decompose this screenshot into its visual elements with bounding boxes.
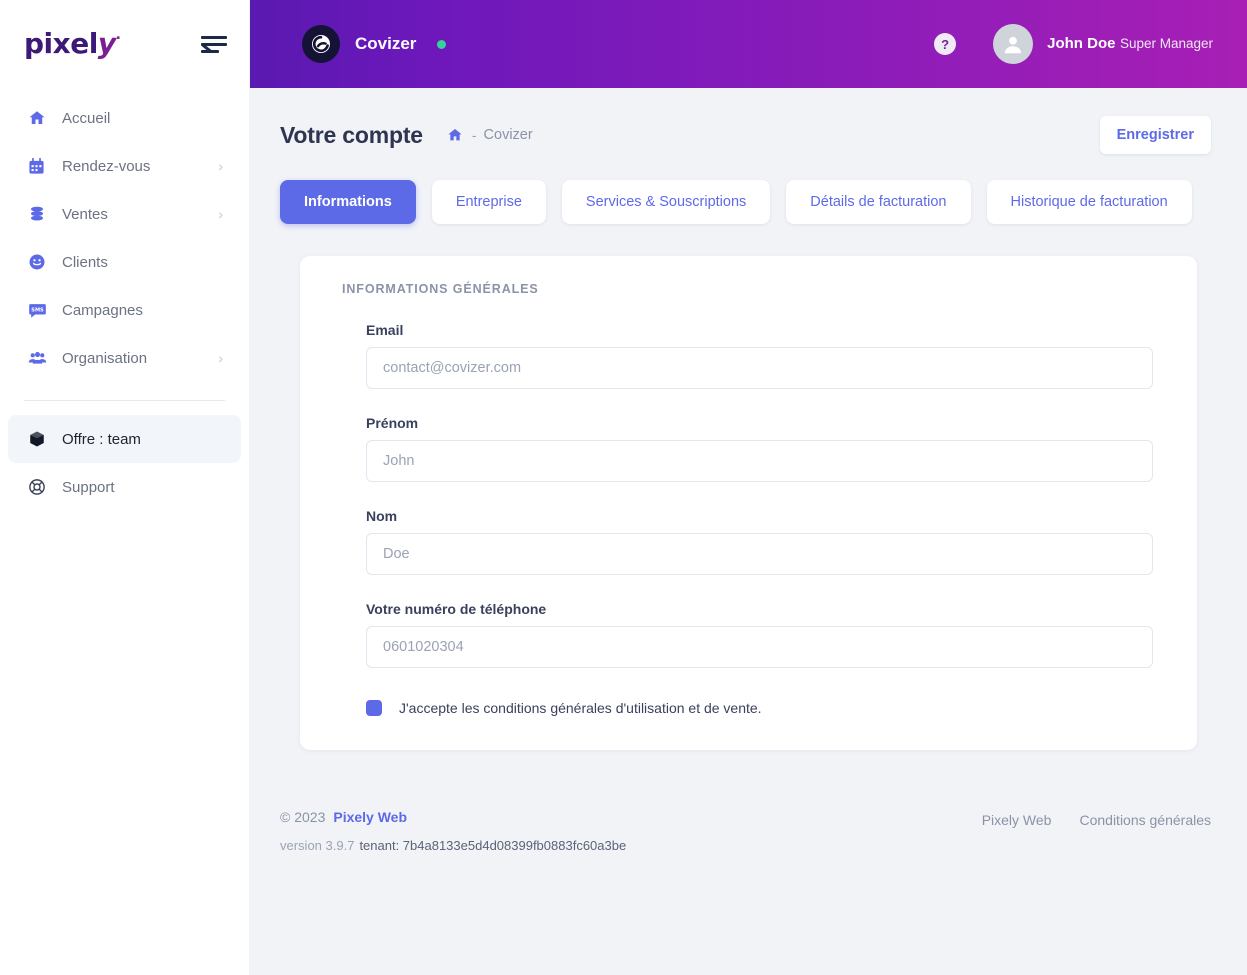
field-telephone: Votre numéro de téléphone bbox=[366, 601, 1153, 668]
home-icon-breadcrumb[interactable] bbox=[447, 127, 463, 143]
smiley-icon bbox=[28, 253, 54, 271]
label-telephone: Votre numéro de téléphone bbox=[366, 601, 547, 617]
sidebar-label-clients: Clients bbox=[62, 253, 108, 271]
terms-checkbox[interactable] bbox=[366, 700, 382, 716]
sidebar-nav: Accueil Rendez-vous › Ventes › Clients S… bbox=[0, 88, 249, 511]
terms-row: J'accepte les conditions générales d'uti… bbox=[366, 700, 1153, 716]
burger-line-1 bbox=[201, 36, 227, 39]
sidebar-header: pixely· bbox=[0, 0, 249, 88]
app-root: pixely· Accueil Rendez-vous › Ventes › C… bbox=[0, 0, 1247, 975]
sidebar-label-organisation: Organisation bbox=[62, 349, 148, 367]
save-button[interactable]: Enregistrer bbox=[1099, 116, 1211, 154]
field-prenom: Prénom bbox=[366, 415, 1153, 482]
user-role: Super Manager bbox=[1119, 35, 1213, 51]
main-area: Covizer ? John Doe Super Manager Votre c… bbox=[250, 0, 1247, 975]
label-prenom: Prénom bbox=[366, 415, 419, 431]
footer-meta-line: version 3.9.7 tenant: 7b4a8133e5d4d08399f… bbox=[280, 839, 626, 852]
svg-text:SMS: SMS bbox=[31, 307, 44, 313]
pixely-logo[interactable]: pixely· bbox=[24, 27, 121, 60]
user-menu[interactable]: John Doe Super Manager bbox=[993, 24, 1213, 64]
label-email: Email bbox=[366, 322, 404, 338]
sidebar-label-offre: Offre : team bbox=[62, 430, 141, 448]
breadcrumb: - Covizer bbox=[447, 127, 533, 143]
tenant-brand[interactable]: Covizer bbox=[302, 25, 447, 63]
footer-link-pixely-web[interactable]: Pixely Web bbox=[982, 812, 1052, 828]
home-icon bbox=[28, 109, 54, 127]
footer-version: version 3.9.7 bbox=[280, 838, 355, 853]
logo-text-main: pixel bbox=[24, 27, 98, 60]
logo-text: pixely· bbox=[24, 27, 121, 60]
label-nom: Nom bbox=[366, 508, 398, 524]
sidebar-label-campagnes: Campagnes bbox=[62, 301, 143, 319]
sidebar-item-rendez-vous[interactable]: Rendez-vous › bbox=[8, 142, 241, 190]
footer-link-conditions[interactable]: Conditions générales bbox=[1079, 812, 1211, 828]
page-title: Votre compte bbox=[280, 121, 423, 148]
tab-informations[interactable]: Informations bbox=[280, 180, 416, 224]
topbar: Covizer ? John Doe Super Manager bbox=[250, 0, 1247, 88]
sidebar-label-ventes: Ventes bbox=[62, 205, 108, 223]
footer-left: © 2023 Pixely Web version 3.9.7 tenant: 7b… bbox=[280, 810, 626, 852]
field-email: Email bbox=[366, 322, 1153, 389]
user-meta: John Doe Super Manager bbox=[1047, 34, 1213, 54]
sidebar-item-offre[interactable]: Offre : team bbox=[8, 415, 241, 463]
tab-entreprise[interactable]: Entreprise bbox=[431, 180, 546, 224]
cube-icon bbox=[28, 430, 54, 448]
footer-links: Pixely Web Conditions générales bbox=[982, 810, 1211, 828]
sidebar: pixely· Accueil Rendez-vous › Ventes › C… bbox=[0, 0, 250, 975]
sidebar-collapse-icon[interactable] bbox=[201, 34, 227, 54]
chevron-right-icon-rendez-vous: › bbox=[218, 158, 223, 174]
breadcrumb-separator: - bbox=[471, 126, 477, 143]
avatar bbox=[993, 24, 1034, 64]
sidebar-divider bbox=[24, 400, 225, 401]
chevron-right-icon-ventes: › bbox=[218, 206, 223, 222]
logo-text-y: y bbox=[94, 27, 120, 60]
covizer-logo-icon bbox=[302, 25, 340, 63]
lifebuoy-icon bbox=[28, 478, 54, 496]
field-nom: Nom bbox=[366, 508, 1153, 575]
card-section-title: INFORMATIONS GÉNÉRALES bbox=[342, 282, 539, 296]
sms-bubble-icon: SMS bbox=[28, 301, 54, 320]
email-field[interactable] bbox=[366, 347, 1153, 389]
help-icon[interactable]: ? bbox=[934, 33, 957, 55]
user-name: John Doe bbox=[1047, 34, 1116, 52]
content-area: Votre compte - Covizer Enregistrer Infor… bbox=[250, 88, 1247, 975]
footer-copyright-line: © 2023 Pixely Web bbox=[280, 810, 626, 824]
terms-label: J'accepte les conditions générales d'uti… bbox=[399, 700, 762, 716]
tab-bar: Informations Entreprise Services & Sousc… bbox=[250, 154, 1247, 224]
sidebar-item-support[interactable]: Support bbox=[8, 463, 241, 511]
topbar-right: ? John Doe Super Manager bbox=[934, 24, 1213, 64]
users-icon bbox=[28, 349, 54, 368]
sidebar-item-accueil[interactable]: Accueil bbox=[8, 94, 241, 142]
sidebar-label-accueil: Accueil bbox=[62, 109, 111, 127]
first-name-field[interactable] bbox=[366, 440, 1153, 482]
coins-icon bbox=[28, 205, 54, 223]
calendar-icon bbox=[28, 157, 54, 175]
footer-company-link[interactable]: Pixely Web bbox=[333, 809, 407, 825]
informations-card: INFORMATIONS GÉNÉRALES Email Prénom Nom bbox=[300, 256, 1197, 750]
status-dot-online bbox=[437, 39, 447, 49]
tenant-name: Covizer bbox=[355, 34, 417, 53]
sidebar-label-support: Support bbox=[62, 478, 115, 496]
tab-services-souscriptions[interactable]: Services & Souscriptions bbox=[561, 180, 771, 224]
footer-tenant: tenant: 7b4a8133e5d4d08399fb0883fc60a3be bbox=[359, 838, 627, 853]
footer: © 2023 Pixely Web version 3.9.7 tenant: 7b… bbox=[250, 810, 1247, 852]
sidebar-item-organisation[interactable]: Organisation › bbox=[8, 334, 241, 382]
breadcrumb-current: Covizer bbox=[483, 126, 533, 143]
tab-details-facturation[interactable]: Détails de facturation bbox=[786, 180, 971, 224]
sidebar-item-campagnes[interactable]: SMS Campagnes bbox=[8, 286, 241, 334]
tab-historique-facturation[interactable]: Historique de facturation bbox=[986, 180, 1192, 224]
sidebar-item-ventes[interactable]: Ventes › bbox=[8, 190, 241, 238]
sidebar-item-clients[interactable]: Clients bbox=[8, 238, 241, 286]
phone-field[interactable] bbox=[366, 626, 1153, 668]
sidebar-label-rendez-vous: Rendez-vous bbox=[62, 157, 151, 175]
footer-copyright: © 2023 bbox=[280, 809, 326, 825]
chevron-right-icon-organisation: › bbox=[218, 350, 223, 366]
last-name-field[interactable] bbox=[366, 533, 1153, 575]
account-form: Email Prénom Nom Votre numéro de télépho… bbox=[322, 322, 1175, 716]
page-header-left: Votre compte - Covizer bbox=[280, 122, 533, 149]
page-header: Votre compte - Covizer Enregistrer bbox=[250, 88, 1247, 154]
